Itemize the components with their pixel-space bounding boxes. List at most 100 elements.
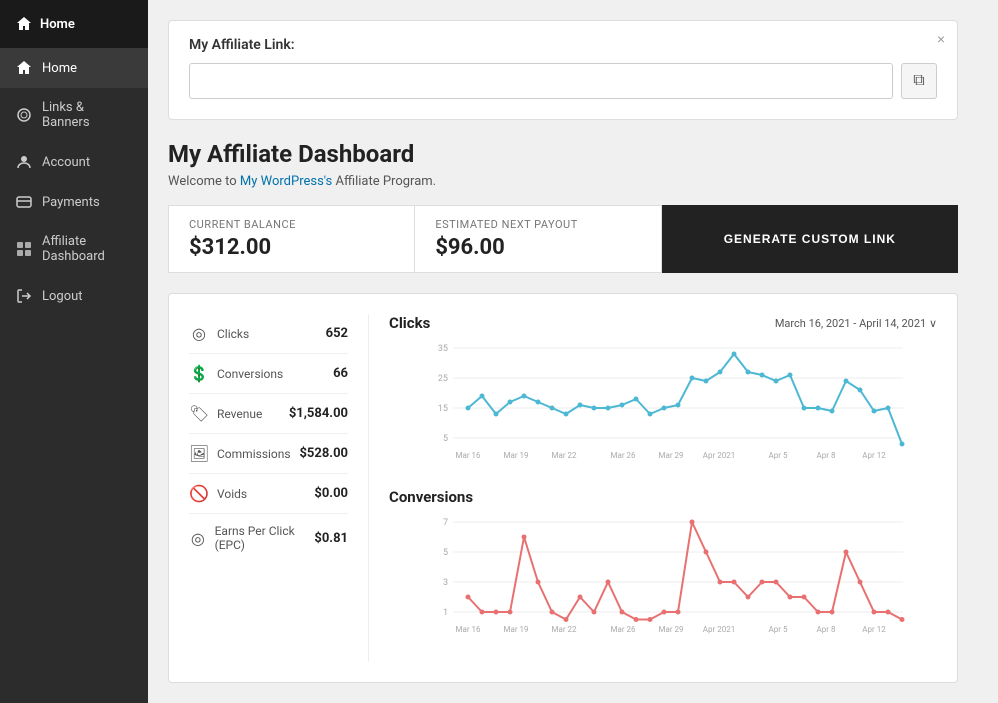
clicks-icon: ◎ [189,324,209,343]
epc-stat-row: ◎ Earns Per Click (EPC) $0.81 [189,514,348,562]
link-icon [16,107,32,123]
svg-text:5: 5 [443,434,448,444]
svg-text:Mar 29: Mar 29 [658,451,683,460]
sidebar-item-home[interactable]: Home [0,48,148,88]
clicks-chart-header: Clicks March 16, 2021 - April 14, 2021 ∨ [389,314,937,332]
svg-text:Mar 22: Mar 22 [551,451,577,460]
commissions-label: Commissions [217,447,291,461]
current-balance-box: Current Balance $312.00 [168,205,415,273]
svg-text:3: 3 [443,578,448,588]
clicks-chart-svg: 35 25 15 5 Mar 16 Mar 19 Mar 22 Mar 26 M… [389,338,937,468]
conversions-stat-row: 💲 Conversions 66 [189,354,348,394]
logout-icon [16,288,32,304]
conversions-chart-header: Conversions [389,488,937,506]
sidebar-item-account-label: Account [42,155,90,170]
svg-text:Apr 2021: Apr 2021 [703,625,735,634]
svg-text:Mar 26: Mar 26 [610,625,636,634]
svg-text:1: 1 [443,608,448,618]
revenue-icon: 🏷 [189,404,209,423]
payments-icon [16,194,32,210]
revenue-stat-row: 🏷 Revenue $1,584.00 [189,394,348,434]
affiliate-link-input[interactable] [189,63,893,99]
generate-custom-link-button[interactable]: GENERATE CUSTOM LINK [662,205,958,273]
clicks-value: 652 [326,326,348,341]
commissions-icon: 🖼 [189,444,209,463]
clicks-chart-container: 35 25 15 5 Mar 16 Mar 19 Mar 22 Mar 26 M… [389,338,937,472]
voids-label: Voids [217,487,247,501]
dashboard-icon [16,241,32,257]
current-balance-value: $312.00 [189,235,394,260]
svg-text:25: 25 [438,374,448,384]
conversions-chart-section: Conversions 7 5 3 1 [389,488,937,646]
copy-icon: ⧉ [913,72,924,90]
svg-text:Mar 16: Mar 16 [455,625,481,634]
svg-text:Mar 29: Mar 29 [658,625,683,634]
clicks-chart-section: Clicks March 16, 2021 - April 14, 2021 ∨… [389,314,937,472]
sidebar-item-affiliate-dashboard[interactable]: Affiliate Dashboard [0,222,148,276]
svg-text:Apr 8: Apr 8 [817,625,836,634]
conversions-chart-title: Conversions [389,488,473,506]
home-nav-icon [16,60,32,76]
voids-value: $0.00 [314,486,348,501]
close-button[interactable]: × [937,31,945,47]
svg-text:7: 7 [443,518,448,528]
subtitle-end: Affiliate Program. [332,174,436,189]
conversions-chart-container: 7 5 3 1 Mar 16 Mar 19 Mar 22 Mar 26 Mar … [389,512,937,646]
sidebar-item-links-banners[interactable]: Links & Banners [0,88,148,142]
svg-text:15: 15 [438,404,448,414]
sidebar-item-logout-label: Logout [42,289,83,304]
main-content: × My Affiliate Link: ⧉ My Affiliate Dash… [148,0,998,703]
clicks-date-range[interactable]: March 16, 2021 - April 14, 2021 ∨ [775,317,937,330]
copy-button[interactable]: ⧉ [901,63,937,99]
svg-text:Apr 12: Apr 12 [862,625,886,634]
sidebar-item-payments[interactable]: Payments [0,182,148,222]
svg-text:5: 5 [443,548,448,558]
svg-text:Mar 19: Mar 19 [503,451,528,460]
estimated-payout-box: Estimated Next Payout $96.00 [415,205,661,273]
estimated-payout-value: $96.00 [435,235,640,260]
sidebar-item-home-label: Home [42,61,77,76]
estimated-payout-label: Estimated Next Payout [435,218,640,231]
clicks-stat-row: ◎ Clicks 652 [189,314,348,354]
svg-text:Mar 26: Mar 26 [610,451,636,460]
sidebar: Home Home Links & Banners Account Paymen… [0,0,148,703]
epc-icon: ◎ [189,529,207,548]
svg-text:Apr 2021: Apr 2021 [703,451,735,460]
affiliate-link-label: My Affiliate Link: [189,37,937,53]
svg-text:Apr 5: Apr 5 [769,451,788,460]
account-icon [16,154,32,170]
svg-text:35: 35 [438,344,448,354]
home-icon [16,16,32,32]
sidebar-item-logout[interactable]: Logout [0,276,148,316]
clicks-chart-title: Clicks [389,314,430,332]
stats-row: Current Balance $312.00 Estimated Next P… [168,205,958,273]
dashboard-subtitle: Welcome to My WordPress's Affiliate Prog… [168,174,978,189]
sidebar-item-payments-label: Payments [42,195,100,210]
left-stats: ◎ Clicks 652 💲 Conversions 66 🏷 Revenue … [189,314,369,662]
revenue-value: $1,584.00 [289,406,348,421]
svg-text:Apr 5: Apr 5 [769,625,788,634]
epc-label: Earns Per Click (EPC) [215,524,315,552]
revenue-label: Revenue [217,407,262,421]
dashboard-title: My Affiliate Dashboard [168,140,978,168]
charts-card: ◎ Clicks 652 💲 Conversions 66 🏷 Revenue … [168,293,958,683]
svg-text:Mar 16: Mar 16 [455,451,481,460]
right-charts: Clicks March 16, 2021 - April 14, 2021 ∨… [389,314,937,662]
subtitle-link[interactable]: My WordPress's [240,174,332,189]
affiliate-link-row: ⧉ [189,63,937,99]
conversions-chart-svg: 7 5 3 1 Mar 16 Mar 19 Mar 22 Mar 26 Mar … [389,512,937,642]
svg-text:Apr 8: Apr 8 [817,451,836,460]
epc-value: $0.81 [314,531,348,546]
svg-text:Mar 22: Mar 22 [551,625,577,634]
conversions-value: 66 [333,366,348,381]
conversions-icon: 💲 [189,364,209,383]
svg-text:Apr 12: Apr 12 [862,451,886,460]
sidebar-brand[interactable]: Home [0,0,148,48]
sidebar-item-links-label: Links & Banners [42,100,132,130]
subtitle-text: Welcome to [168,174,240,189]
current-balance-label: Current Balance [189,218,394,231]
sidebar-item-dashboard-label: Affiliate Dashboard [42,234,132,264]
sidebar-item-account[interactable]: Account [0,142,148,182]
commissions-value: $528.00 [299,446,348,461]
affiliate-link-card: × My Affiliate Link: ⧉ [168,20,958,120]
